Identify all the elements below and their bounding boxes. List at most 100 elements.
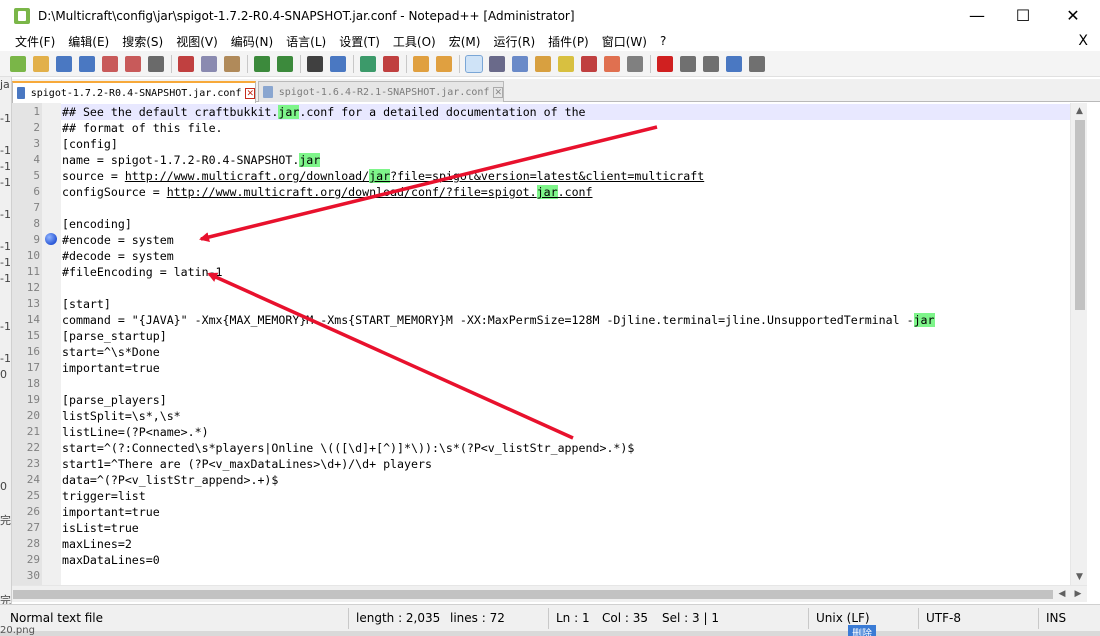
menu-encoding[interactable]: 编码(N) xyxy=(224,33,279,50)
menu-run[interactable]: 运行(R) xyxy=(486,33,541,50)
minimize-button[interactable]: — xyxy=(954,0,1000,31)
save-all-icon[interactable] xyxy=(79,55,95,72)
code-line[interactable]: important=true xyxy=(61,360,160,376)
code-line[interactable]: ## See the default craftbukkit.jar.conf … xyxy=(61,104,1070,120)
scroll-up-icon[interactable]: ▲ xyxy=(1071,103,1088,119)
menu-view[interactable]: 视图(V) xyxy=(169,33,224,50)
code-line[interactable]: start=^\s*Done xyxy=(61,344,160,360)
sync-vertical-icon[interactable] xyxy=(413,55,429,72)
code-line[interactable]: #decode = system xyxy=(61,248,174,264)
undo-icon[interactable] xyxy=(254,55,270,72)
code-line[interactable]: [parse_players] xyxy=(61,392,167,408)
close-document-button[interactable]: X xyxy=(1078,31,1088,51)
tab-close-icon[interactable]: ✕ xyxy=(493,86,503,98)
menu-search[interactable]: 搜索(S) xyxy=(115,33,169,50)
monitoring-icon[interactable] xyxy=(627,55,643,72)
menu-file[interactable]: 文件(F) xyxy=(8,33,61,50)
save-macro-icon[interactable] xyxy=(749,55,765,72)
code-line[interactable]: name = spigot-1.7.2-R0.4-SNAPSHOT.jar xyxy=(61,152,321,168)
code-line[interactable]: configSource = http://www.multicraft.org… xyxy=(61,184,593,200)
print-icon[interactable] xyxy=(148,55,164,72)
tab-spigot-1-6-4[interactable]: spigot-1.6.4-R2.1-SNAPSHOT.jar.conf ✕ xyxy=(258,81,504,102)
close-all-icon[interactable] xyxy=(125,55,141,72)
code-line[interactable]: [encoding] xyxy=(61,216,132,232)
code-line[interactable]: start=^(?:Connected\s*players|Online \((… xyxy=(61,440,634,456)
maximize-button[interactable]: ☐ xyxy=(1000,0,1046,31)
code-line[interactable]: command = "{JAVA}" -Xmx{MAX_MEMORY}M -Xm… xyxy=(61,312,935,328)
code-line[interactable]: #fileEncoding = latin-1 xyxy=(61,264,223,280)
replace-icon[interactable] xyxy=(330,55,346,72)
user-language-icon[interactable] xyxy=(535,55,551,72)
menu-window[interactable]: 窗口(W) xyxy=(595,33,653,50)
paste-icon[interactable] xyxy=(224,55,240,72)
text-editor[interactable]: 1 ## See the default craftbukkit.jar.conf… xyxy=(12,103,1070,585)
cut-icon[interactable] xyxy=(178,55,194,72)
new-file-icon[interactable] xyxy=(10,55,26,72)
code-line[interactable] xyxy=(61,200,62,216)
bookmark-margin[interactable] xyxy=(42,103,58,585)
zoom-in-icon[interactable] xyxy=(360,55,376,72)
vertical-scroll-thumb[interactable] xyxy=(1075,120,1085,310)
document-map-icon[interactable] xyxy=(558,55,574,72)
code-line[interactable]: [config] xyxy=(61,136,118,152)
code-line[interactable]: #encode = system xyxy=(61,232,174,248)
search-match-highlight[interactable]: jar xyxy=(369,169,391,183)
scroll-right-icon[interactable]: ▶ xyxy=(1070,586,1086,603)
menu-plugins[interactable]: 插件(P) xyxy=(541,33,595,50)
menu-settings[interactable]: 设置(T) xyxy=(332,33,386,50)
status-encoding: UTF-8 xyxy=(926,611,961,625)
code-line[interactable]: [parse_startup] xyxy=(61,328,167,344)
word-wrap-icon[interactable] xyxy=(465,54,483,73)
zoom-out-icon[interactable] xyxy=(383,55,399,72)
close-window-button[interactable]: ✕ xyxy=(1050,0,1096,31)
search-match-highlight[interactable]: jar xyxy=(536,185,558,199)
bookmark-icon[interactable] xyxy=(45,233,57,245)
code-line[interactable] xyxy=(61,568,62,584)
code-line[interactable]: data=^(?P<v_listStr_append>.+)$ xyxy=(61,472,278,488)
close-icon[interactable] xyxy=(102,55,118,72)
playback-macro-icon[interactable] xyxy=(703,55,719,72)
menu-macro[interactable]: 宏(M) xyxy=(442,33,487,50)
horizontal-scroll-thumb[interactable] xyxy=(13,590,1053,599)
tab-close-icon[interactable]: ✕ xyxy=(245,87,255,99)
find-icon[interactable] xyxy=(307,55,323,72)
tab-spigot-1-7-2[interactable]: spigot-1.7.2-R0.4-SNAPSHOT.jar.conf ✕ xyxy=(12,81,256,103)
scroll-left-icon[interactable]: ◀ xyxy=(1054,586,1070,603)
menu-tools[interactable]: 工具(O) xyxy=(386,33,442,50)
code-line[interactable]: important=true xyxy=(61,504,160,520)
stop-record-icon[interactable] xyxy=(680,55,696,72)
code-line[interactable] xyxy=(61,280,62,296)
scroll-down-icon[interactable]: ▼ xyxy=(1071,569,1088,585)
menu-edit[interactable]: 编辑(E) xyxy=(61,33,115,50)
url-link[interactable]: ?file=spigot&version=latest&client=multi… xyxy=(390,169,704,183)
code-line[interactable]: source = http://www.multicraft.org/downl… xyxy=(61,168,704,184)
code-line[interactable]: isList=true xyxy=(61,520,139,536)
menu-language[interactable]: 语言(L) xyxy=(279,33,332,50)
open-file-icon[interactable] xyxy=(33,55,49,72)
code-line[interactable]: maxDataLines=0 xyxy=(61,552,160,568)
save-icon[interactable] xyxy=(56,55,72,72)
function-list-icon[interactable] xyxy=(581,55,597,72)
code-line[interactable]: [start] xyxy=(61,296,111,312)
url-link[interactable]: .conf xyxy=(558,185,593,199)
copy-icon[interactable] xyxy=(201,55,217,72)
show-all-chars-icon[interactable] xyxy=(489,55,505,72)
record-macro-icon[interactable] xyxy=(657,55,673,72)
menu-help[interactable]: ? xyxy=(653,34,672,48)
vertical-scrollbar[interactable]: ▲ ▼ xyxy=(1070,103,1087,585)
code-line[interactable]: trigger=list xyxy=(61,488,146,504)
run-macro-multiple-icon[interactable] xyxy=(726,55,742,72)
code-line[interactable]: listSplit=\s*,\s* xyxy=(61,408,181,424)
code-line[interactable]: ## format of this file. xyxy=(61,120,223,136)
indent-guide-icon[interactable] xyxy=(512,55,528,72)
code-line[interactable]: listLine=(?P<name>.*) xyxy=(61,424,209,440)
horizontal-scrollbar[interactable]: ◀ ▶ xyxy=(12,585,1087,602)
folder-workspace-icon[interactable] xyxy=(604,55,620,72)
url-link[interactable]: http://www.multicraft.org/download/ xyxy=(125,169,369,183)
url-link[interactable]: http://www.multicraft.org/download/conf/… xyxy=(167,185,537,199)
redo-icon[interactable] xyxy=(277,55,293,72)
code-line[interactable] xyxy=(61,376,62,392)
code-line[interactable]: maxLines=2 xyxy=(61,536,132,552)
code-line[interactable]: start1=^There are (?P<v_maxDataLines>\d+… xyxy=(61,456,432,472)
sync-horizontal-icon[interactable] xyxy=(436,55,452,72)
